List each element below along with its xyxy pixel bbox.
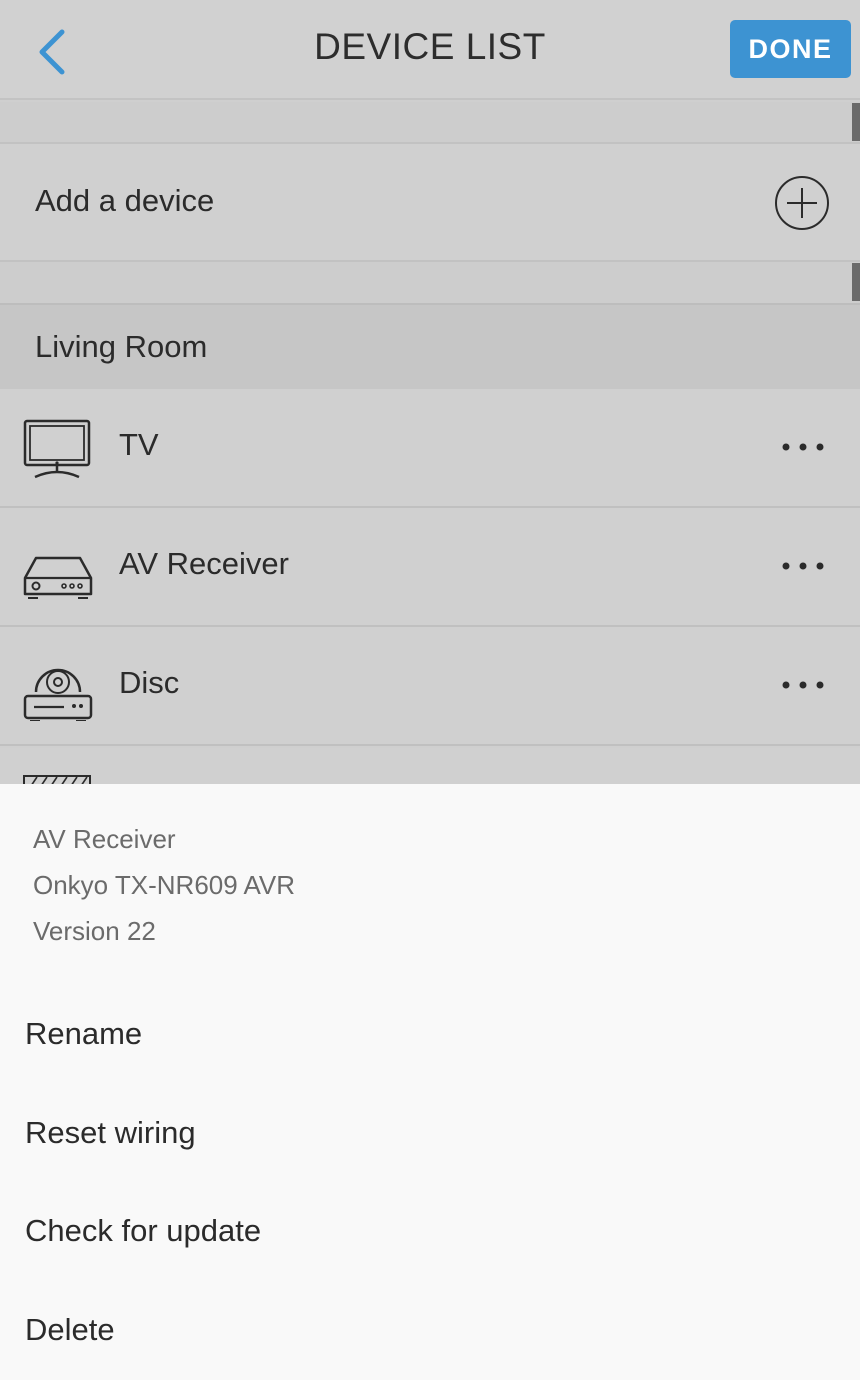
device-name: Disc [119,665,180,700]
device-action-sheet: AV Receiver Onkyo TX-NR609 AVR Version 2… [0,784,860,1380]
device-model-label: Onkyo TX-NR609 AVR [33,870,296,900]
list-spacer [0,262,860,303]
done-button[interactable]: DONE [730,20,851,78]
list-spacer [0,102,860,142]
av-receiver-icon [23,556,93,599]
reset-wiring-action[interactable]: Reset wiring [0,1093,860,1179]
reset-wiring-label: Reset wiring [25,1115,196,1150]
disc-player-icon [23,668,93,721]
rename-action[interactable]: Rename [0,994,860,1080]
more-options-button[interactable] [768,536,838,596]
device-type-label: AV Receiver [33,824,176,854]
device-version-label: Version 22 [33,916,156,946]
device-row-partial[interactable] [0,748,860,788]
device-row-disc[interactable]: Disc [0,627,860,746]
add-device-row[interactable]: Add a device [0,142,860,262]
room-section-header: Living Room [0,303,860,389]
rename-label: Rename [25,1016,143,1051]
delete-label: Delete [25,1312,115,1347]
room-name: Living Room [35,329,208,364]
more-options-button[interactable] [768,417,838,477]
check-for-update-label: Check for update [25,1213,262,1248]
device-name: AV Receiver [119,546,289,581]
more-horizontal-icon [782,562,824,570]
add-device-label: Add a device [35,183,215,218]
plus-circle-icon[interactable] [774,175,830,231]
scroll-indicator[interactable] [852,263,860,301]
more-horizontal-icon [782,443,824,451]
more-horizontal-icon [782,681,824,689]
device-name: TV [119,427,159,462]
device-list-screen: DEVICE LIST DONE Add a device Living Roo… [0,0,860,1380]
more-options-button[interactable] [768,655,838,715]
delete-action[interactable]: Delete [0,1290,860,1376]
device-row-tv[interactable]: TV [0,389,860,508]
nav-bar: DEVICE LIST DONE [0,0,860,100]
scroll-indicator[interactable] [852,103,860,141]
device-row-av-receiver[interactable]: AV Receiver [0,508,860,627]
check-for-update-action[interactable]: Check for update [0,1191,860,1277]
tv-icon [23,419,91,479]
